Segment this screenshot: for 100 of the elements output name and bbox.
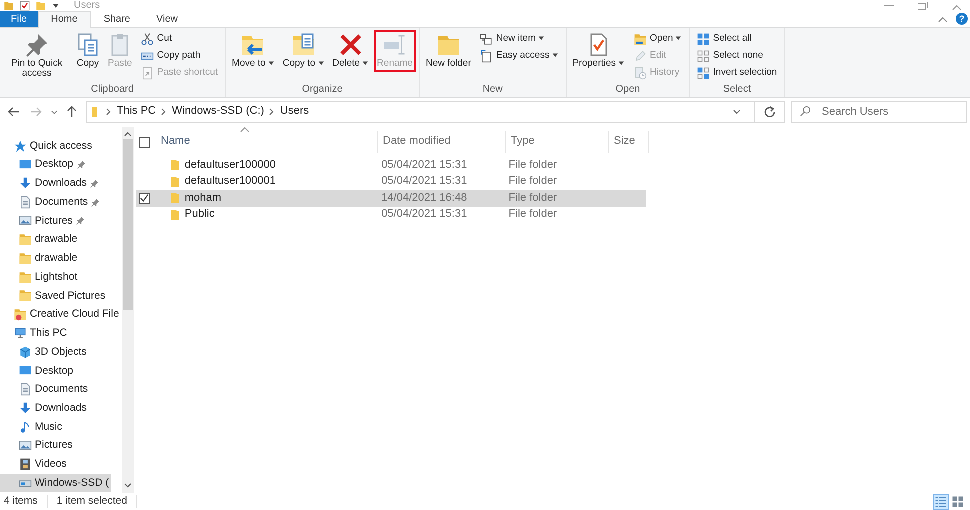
restore-icon[interactable] [918,2,928,10]
chevron-right-icon [161,108,168,116]
ribbon-small-button[interactable]: Invert selection [693,65,782,81]
ribbon-button[interactable]: Delete [330,30,372,72]
folder-icon [170,159,180,172]
ribbon-small-button[interactable]: Cut [137,31,222,47]
folder-arrow-icon [241,33,266,57]
navigation-item[interactable]: Pictures [0,436,75,455]
navigation-item[interactable]: Lightshot [0,268,80,286]
column-header[interactable]: Date modified [378,131,506,153]
file-row[interactable]: defaultuser100000 05/04/2021 15:31 File folder [136,157,646,174]
refresh-icon[interactable] [764,106,776,118]
details-view-button[interactable] [933,494,949,510]
caret-icon [538,35,545,42]
chevron-down-icon[interactable] [733,109,741,115]
navigation-item[interactable]: This PC [0,324,70,342]
column-header[interactable]: Name [156,131,378,153]
caret-icon [362,60,370,67]
ribbon-small-button[interactable]: Select all [693,31,782,47]
chevron-right-icon [106,108,112,116]
caret-icon [618,60,626,67]
navigation-item[interactable]: 3D Objects [0,343,89,362]
scrollbar-thumb[interactable] [123,139,133,310]
navigation-item[interactable]: Downloads [0,174,101,192]
ribbon-button[interactable]: Move to [229,30,278,72]
navigation-item[interactable]: Pictures [0,212,87,230]
navigation-item[interactable]: Desktop [0,156,88,174]
navigation-item[interactable]: Windows-SSD ( [0,474,112,492]
ribbon-button[interactable]: Copy to [280,30,328,72]
file-name: Public [184,208,215,222]
help-button[interactable]: ? [956,13,968,25]
ribbon-tab[interactable]: Share [90,11,144,27]
folder-icon [436,33,461,57]
scroll-up-icon[interactable] [124,131,132,137]
file-row[interactable]: defaultuser100001 05/04/2021 15:31 File folder [136,174,646,190]
sort-caret-icon [240,127,250,133]
folder-icon [19,270,32,284]
navigation-item[interactable]: Music [0,418,64,436]
ribbon-tab[interactable]: File [0,11,38,27]
checkmark-icon[interactable] [20,0,30,10]
file-row[interactable]: Public 05/04/2021 15:31 File folder [136,206,646,223]
column-header[interactable]: Size [609,131,649,153]
download-icon [19,176,32,190]
chevron-right-icon [269,108,276,116]
scissors-icon [141,32,154,46]
ribbon-small-button[interactable]: Open [630,31,686,47]
navigation-item[interactable]: Videos [0,455,69,474]
cloud-folder-icon [14,308,27,322]
pin-icon[interactable] [91,198,100,207]
shortcut-icon [141,66,154,80]
file-name: defaultuser100001 [184,175,276,188]
computer-icon [14,326,27,340]
ribbon-button[interactable]: Pin to Quick access [3,30,71,83]
breadcrumb[interactable]: This PC [117,105,156,119]
file-type: File folder [508,207,558,222]
caret-icon [268,60,275,67]
ribbon-button[interactable]: Copy [73,30,103,72]
date-modified: 05/04/2021 15:31 [380,174,468,190]
pin-icon[interactable] [76,160,86,170]
folder-icon [170,208,180,221]
navigation-item[interactable]: Downloads [0,399,89,418]
column-header[interactable]: Type [506,131,609,153]
file-type: File folder [508,158,558,173]
up-arrow-icon [67,106,77,118]
file-name: moham [184,192,222,205]
ribbon-tab[interactable]: Home [38,11,91,28]
ribbon-button[interactable]: Properties [570,30,628,72]
scroll-down-icon[interactable] [124,483,132,489]
picture-icon [19,439,32,452]
navigation-item[interactable]: Documents [0,193,102,212]
ribbon-small-button[interactable]: Copy path [137,48,222,64]
navigation-item[interactable]: Quick access [0,137,94,155]
ribbon-button[interactable]: New folder [422,30,474,72]
breadcrumb[interactable]: Windows-SSD (C:) [172,105,264,119]
date-modified: 14/04/2021 16:48 [380,190,468,206]
caret-icon [675,35,682,42]
desktop-icon [19,364,32,378]
ribbon-small-button[interactable]: Select none [693,48,782,64]
navigation-item[interactable]: Desktop [0,362,76,380]
navigation-item[interactable]: drawable [0,249,80,268]
file-row[interactable]: moham 14/04/2021 16:48 File folder [136,190,646,206]
ribbon-small-button[interactable]: New item [476,31,563,47]
breadcrumb[interactable]: Users [280,105,310,119]
navigation-item[interactable]: Documents [0,380,90,399]
row-checkbox[interactable] [139,192,150,204]
ribbon-small-button[interactable]: Easy access [476,48,563,64]
folder-icon [19,252,32,265]
navigation-item[interactable]: drawable [0,230,80,249]
address-bar[interactable]: This PC Windows-SSD (C:) Users [86,101,785,123]
navigation-item[interactable]: Saved Pictures [0,286,108,305]
collapse-ribbon-icon[interactable] [938,16,948,22]
pin-icon[interactable] [90,178,99,188]
ribbon-tab[interactable]: View [144,11,191,27]
pin-icon[interactable] [76,216,85,226]
search-field[interactable]: Search Users [791,101,967,123]
select-all-checkbox[interactable] [139,136,150,148]
picture-icon [19,214,32,228]
navigation-item[interactable]: Creative Cloud File [0,306,122,324]
easy-access-icon [480,50,494,62]
desktop-icon [19,158,32,172]
